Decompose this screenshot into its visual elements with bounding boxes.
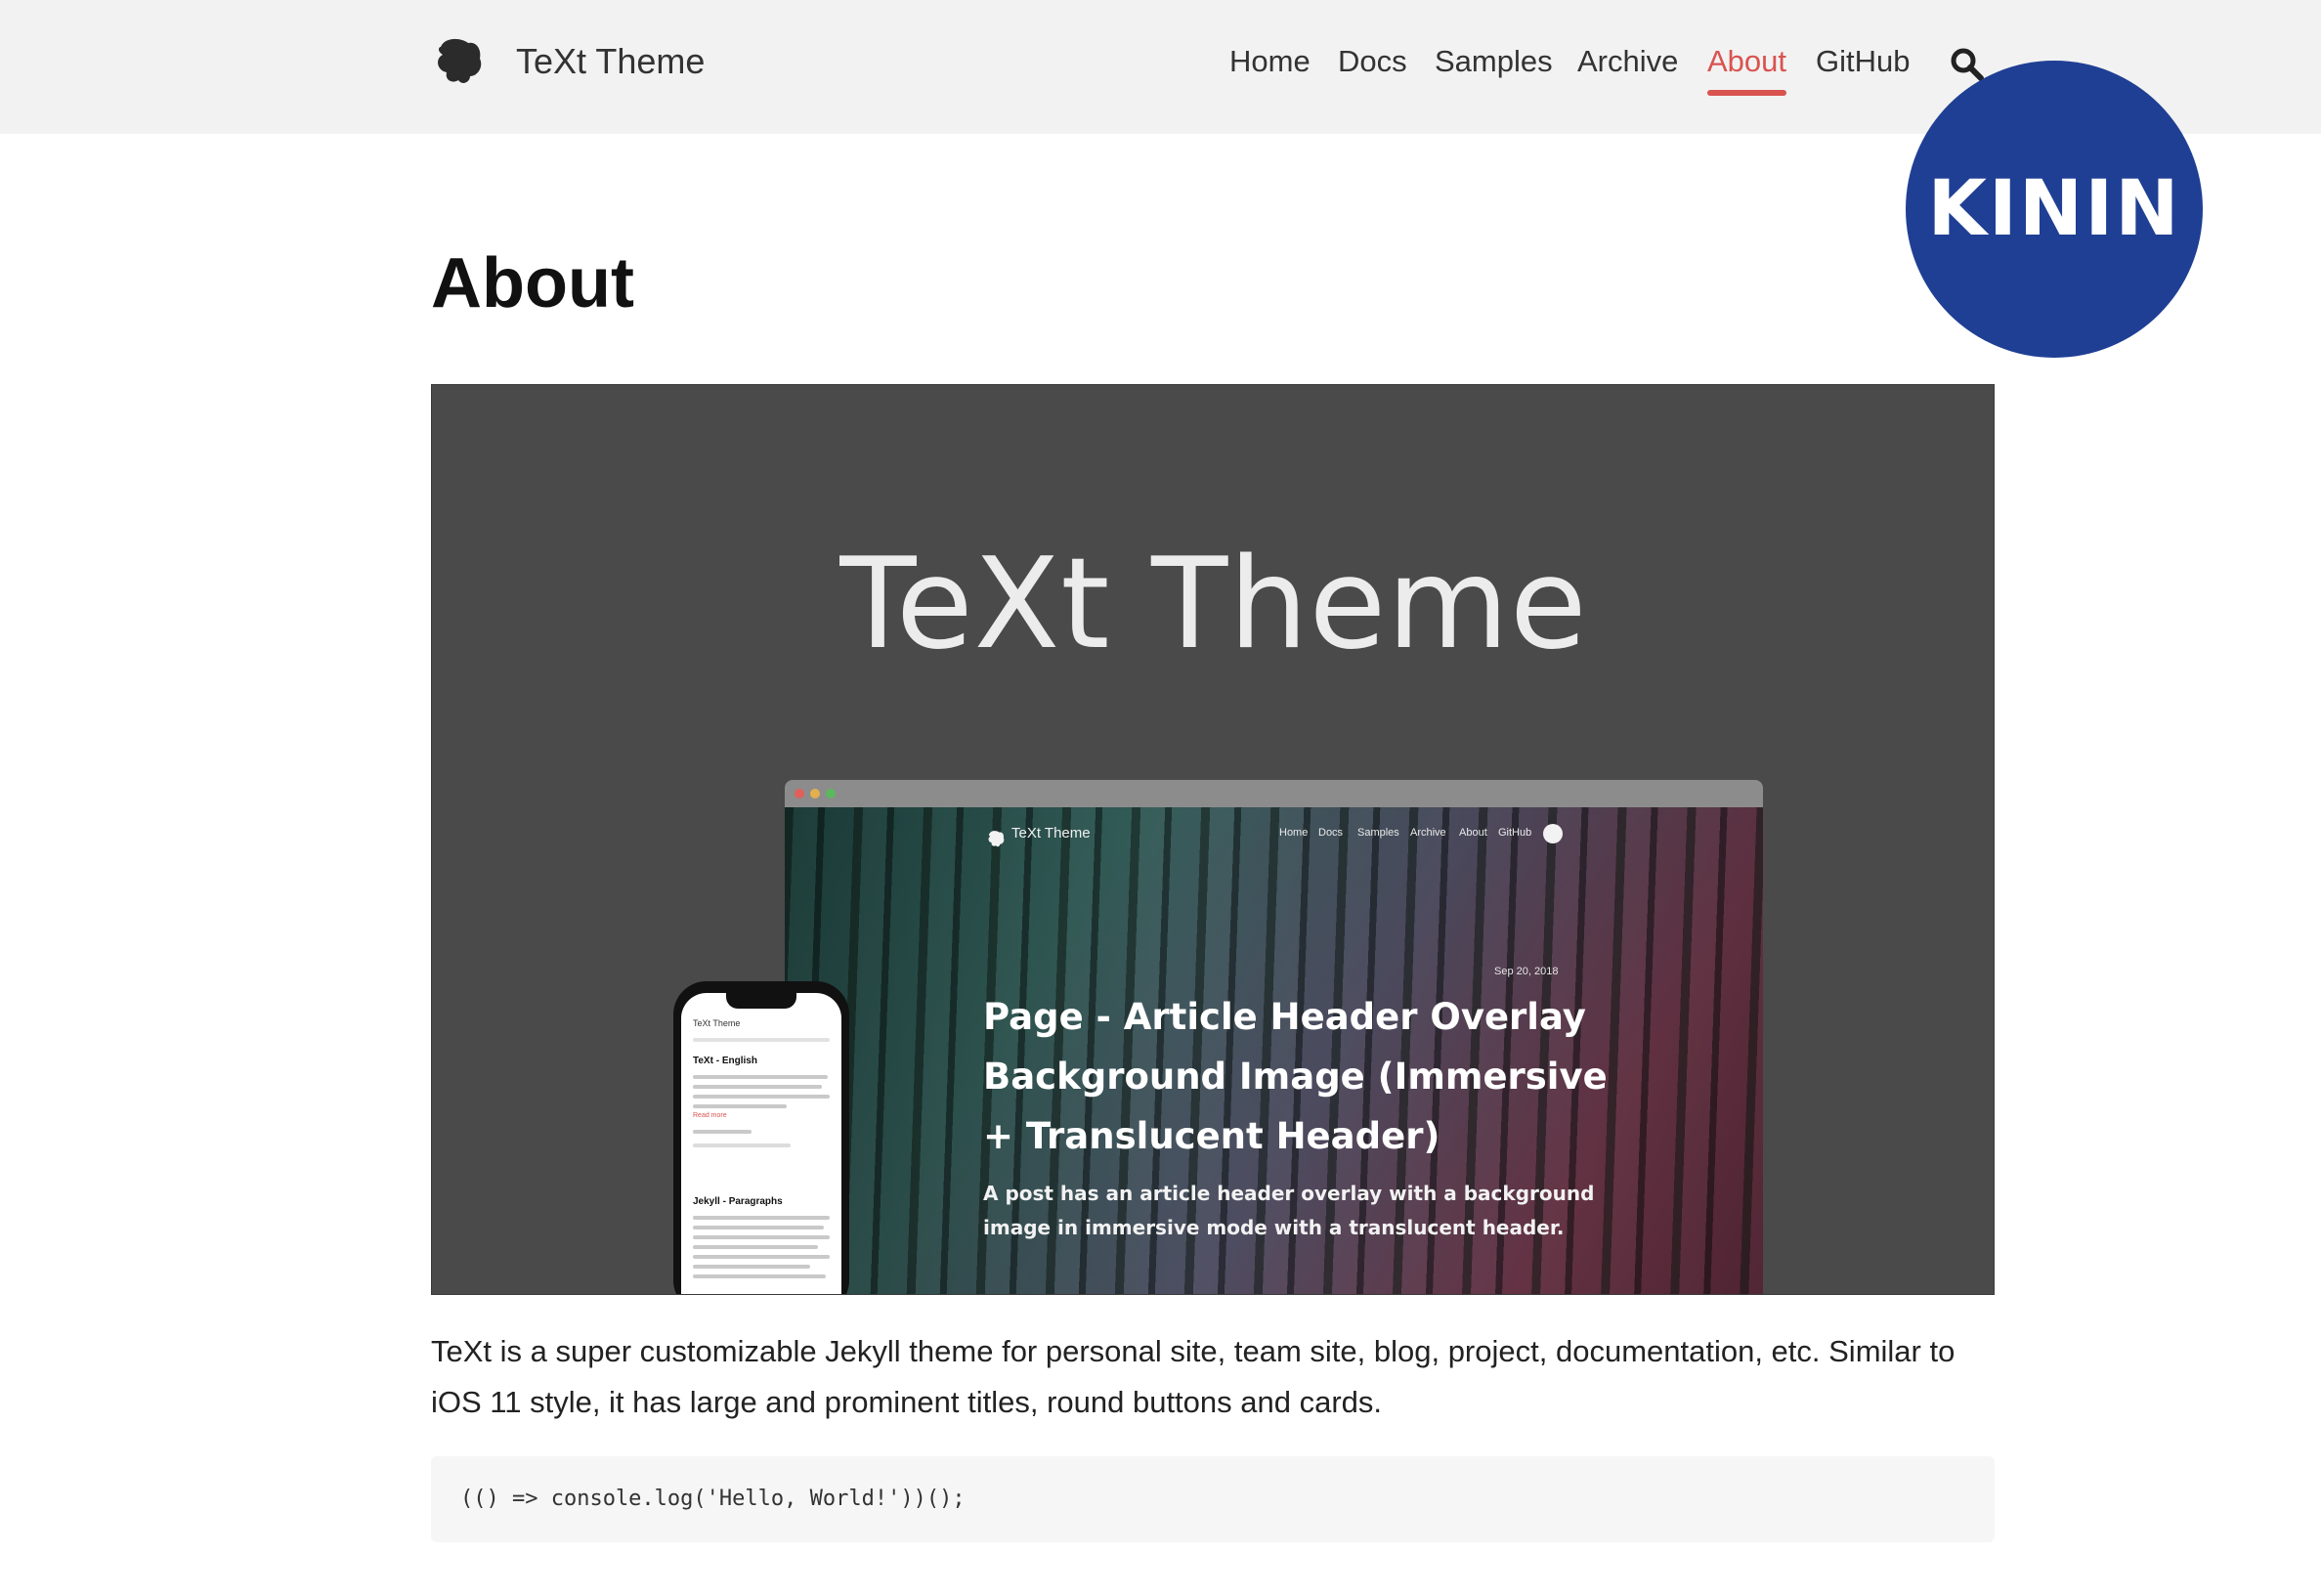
nav-about[interactable]: About — [1707, 37, 1787, 96]
phone-read-more: Read more — [693, 1112, 727, 1119]
phone-text-line — [693, 1085, 822, 1089]
phone-text-line — [693, 1274, 826, 1278]
laptop-search-icon — [1543, 824, 1563, 843]
phone-screen: TeXt Theme TeXt - English Read more Jeky… — [681, 993, 841, 1294]
laptop-site-logo-icon — [988, 831, 1005, 847]
laptop-nav-docs: Docs — [1318, 827, 1344, 839]
hero-title: TeXt Theme — [839, 532, 1588, 677]
phone-text-line — [693, 1265, 810, 1269]
phone-notch — [726, 993, 796, 1009]
phone-post2-title: Jekyll - Paragraphs — [693, 1196, 783, 1207]
kinin-badge: KININ — [1906, 61, 2203, 358]
window-minimize-dot — [810, 789, 820, 798]
phone-text-line — [693, 1216, 830, 1220]
phone-text-line — [693, 1255, 830, 1259]
phone-mockup: TeXt Theme TeXt - English Read more Jeky… — [673, 981, 849, 1294]
page-title: About — [431, 244, 634, 323]
intro-paragraph: TeXt is a super customizable Jekyll them… — [431, 1334, 1956, 1419]
laptop-article-subtitle: A post has an article header overlay wit… — [983, 1182, 1595, 1239]
phone-text-line — [693, 1095, 830, 1099]
window-zoom-dot — [826, 789, 836, 798]
code-snippet: (() => console.log('Hello, World!'))(); — [460, 1487, 966, 1511]
hero-image: TeXt Theme TeXt Theme Home Docs Samples … — [431, 384, 1995, 1295]
nav-home[interactable]: Home — [1229, 37, 1311, 86]
phone-text-line — [693, 1104, 787, 1108]
laptop-site-title: TeXt Theme — [1011, 825, 1091, 841]
nav-archive[interactable]: Archive — [1577, 37, 1678, 86]
nav-github[interactable]: GitHub — [1816, 37, 1910, 86]
phone-text-line — [693, 1226, 824, 1229]
laptop-nav-about: About — [1459, 827, 1487, 839]
laptop-nav-samples: Samples — [1357, 827, 1399, 839]
laptop-window-bar — [785, 780, 1763, 807]
laptop-mockup: TeXt Theme Home Docs Samples Archive Abo… — [785, 780, 1763, 1294]
phone-nav-bar — [693, 1038, 830, 1042]
laptop-nav-archive: Archive — [1410, 827, 1446, 839]
phone-text-line — [693, 1245, 818, 1249]
code-block: (() => console.log('Hello, World!'))(); — [431, 1456, 1995, 1542]
phone-site-title: TeXt Theme — [693, 1018, 741, 1028]
laptop-nav-home: Home — [1279, 827, 1309, 839]
phone-text-line — [693, 1235, 830, 1239]
laptop-article-heading: Page - Article Header Overlay Background… — [983, 996, 1608, 1157]
phone-meta-line — [693, 1143, 791, 1147]
nav-docs[interactable]: Docs — [1338, 37, 1407, 86]
window-close-dot — [795, 789, 804, 798]
nav-samples[interactable]: Samples — [1435, 37, 1553, 86]
phone-tags-line — [693, 1130, 752, 1134]
laptop-post-date: Sep 20, 2018 — [1494, 966, 1559, 977]
phone-text-line — [693, 1075, 828, 1079]
phone-post1-title: TeXt - English — [693, 1056, 757, 1066]
laptop-nav-github: GitHub — [1498, 827, 1532, 839]
kinin-badge-text: KININ — [1927, 165, 2181, 253]
laptop-screen: TeXt Theme Home Docs Samples Archive Abo… — [785, 807, 1763, 1294]
